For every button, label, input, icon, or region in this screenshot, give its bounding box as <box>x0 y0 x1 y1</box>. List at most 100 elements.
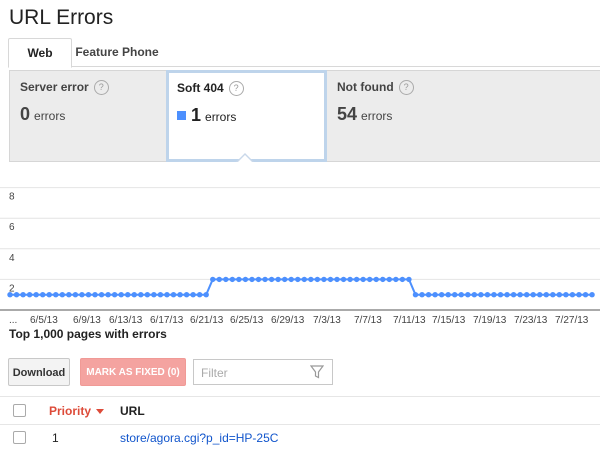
help-icon[interactable]: ? <box>398 80 414 96</box>
data-point <box>164 292 170 298</box>
tab-web[interactable]: Web <box>8 38 72 68</box>
tab-divider <box>8 66 600 67</box>
data-point <box>380 276 386 283</box>
y-tick-label: 8 <box>9 192 15 203</box>
error-unit: errors <box>205 110 237 124</box>
x-tick-label: 6/25/13 <box>230 315 264 326</box>
data-point <box>144 292 151 298</box>
funnel-icon[interactable] <box>310 365 324 379</box>
data-point <box>223 276 229 283</box>
x-tick-label: 6/29/13 <box>271 315 305 326</box>
summary-value: 0 errors <box>20 104 65 125</box>
data-point <box>288 276 294 283</box>
summary-box-server-error[interactable]: Server error? 0 errors <box>9 70 167 162</box>
data-point <box>249 276 255 283</box>
data-point <box>556 292 563 298</box>
data-point <box>262 276 268 283</box>
help-icon[interactable]: ? <box>228 81 244 97</box>
data-point <box>497 292 504 298</box>
data-point <box>393 276 399 283</box>
x-tick-label: 6/5/13 <box>30 315 58 326</box>
selected-caret-inner <box>238 155 252 162</box>
data-point <box>452 292 458 298</box>
chart-grid: 2468 <box>0 187 600 311</box>
summary-box-soft-404[interactable]: Soft 404? 1 errors <box>166 70 327 162</box>
x-tick-label: 7/7/13 <box>354 315 382 326</box>
column-header-url[interactable]: URL <box>120 404 145 418</box>
summary-box-not-found[interactable]: Not found? 54 errors <box>326 70 600 162</box>
data-point <box>85 292 92 298</box>
x-tick-label: 7/27/13 <box>555 315 589 326</box>
data-point <box>504 292 510 298</box>
summary-value: 54 errors <box>337 104 392 125</box>
data-point <box>46 292 52 298</box>
data-point <box>92 292 98 298</box>
data-point <box>563 292 569 298</box>
error-unit: errors <box>361 109 393 123</box>
data-point <box>438 292 445 298</box>
data-point <box>425 292 432 298</box>
data-point <box>484 292 491 298</box>
summary-label: Soft 404? <box>177 81 244 97</box>
mark-as-fixed-button[interactable]: MARK AS FIXED (0) <box>80 358 186 386</box>
row-priority: 1 <box>52 431 59 445</box>
tab-feature-phone[interactable]: Feature Phone <box>72 38 162 66</box>
data-point <box>510 292 517 298</box>
summary-label: Not found? <box>337 80 414 96</box>
data-point <box>465 292 471 298</box>
table-divider <box>0 396 600 397</box>
data-point <box>125 292 131 298</box>
data-point <box>33 292 39 298</box>
y-tick-label: 6 <box>9 222 15 233</box>
data-point <box>582 292 589 298</box>
column-header-priority[interactable]: Priority <box>49 404 105 418</box>
series-color-swatch <box>177 111 186 120</box>
page-title: URL Errors <box>9 6 114 29</box>
x-tick-label: 6/17/13 <box>150 315 184 326</box>
data-point <box>59 292 66 298</box>
download-button[interactable]: Download <box>8 358 70 386</box>
sort-down-icon <box>96 409 105 414</box>
data-point <box>478 292 484 298</box>
data-point <box>340 276 347 283</box>
data-point <box>26 292 33 298</box>
data-point <box>491 292 497 298</box>
summary-label-text: Server error <box>20 80 89 94</box>
data-point <box>138 292 144 298</box>
data-point <box>412 292 419 298</box>
data-point <box>589 292 595 298</box>
x-tick-label: ... <box>9 315 17 326</box>
data-point <box>445 292 451 298</box>
data-point <box>236 276 242 283</box>
data-point <box>170 292 177 298</box>
data-point <box>111 292 118 298</box>
errors-line-chart: 2468 ... 6/5/13 6/9/13 6/13/13 6/17/13 6/21/1… <box>0 187 600 326</box>
help-icon[interactable]: ? <box>93 80 109 96</box>
x-tick-label: 7/19/13 <box>473 315 507 326</box>
x-tick-label: 7/23/13 <box>514 315 548 326</box>
data-point <box>7 292 13 298</box>
row-checkbox[interactable] <box>13 431 26 444</box>
data-point <box>177 292 183 298</box>
data-point <box>229 276 236 283</box>
data-point <box>550 292 556 298</box>
x-tick-label: 6/21/13 <box>190 315 224 326</box>
data-point <box>321 276 327 283</box>
data-point <box>216 276 222 283</box>
data-point <box>386 276 393 283</box>
data-point <box>530 292 536 298</box>
row-url-link[interactable]: store/agora.cgi?p_id=HP-25C <box>120 431 278 445</box>
filter-input[interactable]: Filter <box>193 359 333 385</box>
x-tick-label: 7/15/13 <box>432 315 466 326</box>
series-line <box>10 278 593 296</box>
data-point <box>353 276 360 283</box>
filter-placeholder: Filter <box>201 366 228 380</box>
table-divider <box>0 424 600 425</box>
x-tick-label: 7/11/13 <box>393 315 426 326</box>
data-point <box>53 292 59 298</box>
data-point <box>131 292 137 298</box>
data-point <box>301 276 307 283</box>
y-tick-label: 4 <box>9 253 15 264</box>
select-all-checkbox[interactable] <box>13 404 26 417</box>
column-header-priority-label: Priority <box>49 404 92 418</box>
